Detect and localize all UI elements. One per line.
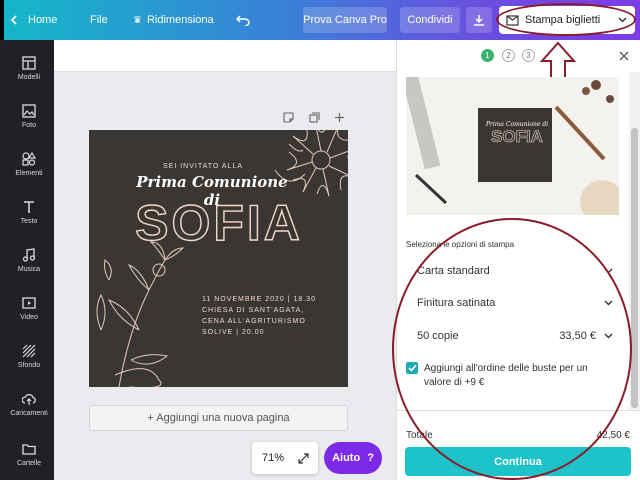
shapes-icon: [22, 151, 36, 166]
invite-name: SOFIA: [134, 194, 303, 251]
panel-scrollbar-thumb[interactable]: [631, 128, 638, 408]
invite-line-1: SEI INVITATO ALLA: [162, 163, 244, 170]
try-pro-button[interactable]: Prova Canva Pro: [303, 7, 387, 33]
step-1-indicator: 1: [481, 49, 494, 62]
add-page-button[interactable]: + Aggiungi una nuova pagina: [89, 405, 348, 431]
expand-icon[interactable]: [298, 452, 309, 464]
sidebar-item-elementi[interactable]: Elementi: [4, 140, 54, 188]
step-2-indicator: 2: [502, 49, 515, 62]
folder-icon: [22, 443, 36, 455]
help-label: Aiuto: [332, 452, 361, 464]
invite-detail-line: SOLIVE | 20.00: [202, 329, 265, 336]
sidebar-item-musica[interactable]: Musica: [4, 236, 54, 284]
background-icon: [22, 344, 36, 357]
help-question-icon: ?: [367, 452, 374, 464]
resize-label: Ridimensiona: [146, 14, 214, 26]
upload-icon: [22, 393, 36, 405]
sidebar-item-label: Modelli: [17, 73, 41, 81]
sidebar-item-label: Sfondo: [17, 361, 41, 369]
try-pro-label: Prova Canva Pro: [303, 14, 387, 26]
annotation-oval-options: [392, 218, 632, 480]
music-icon: [22, 247, 36, 262]
crown-icon: ♛: [133, 14, 142, 26]
home-button[interactable]: Home: [8, 0, 57, 40]
note-icon[interactable]: [283, 112, 294, 123]
sidebar-item-label: Musica: [17, 265, 41, 273]
sidebar-item-label: Video: [20, 313, 38, 321]
add-page-icon[interactable]: [334, 112, 345, 123]
duplicate-page-icon[interactable]: [309, 112, 320, 123]
sidebar-item-cartelle[interactable]: Cartelle: [4, 430, 54, 478]
sidebar-item-testo[interactable]: Testo: [4, 188, 54, 236]
flower-illustration-bottom: [96, 241, 185, 387]
editor-subtoolbar: [54, 40, 396, 72]
sidebar-item-label: Cartelle: [16, 459, 42, 467]
sidebar-item-label: Caricamenti: [10, 409, 48, 417]
sidebar-item-label: Elementi: [15, 169, 43, 177]
print-preview-image: Prima Comunione di SOFIA: [406, 77, 619, 215]
photo-icon: [22, 103, 36, 118]
sidebar-item-modelli[interactable]: Modelli: [4, 44, 54, 92]
sidebar-item-sfondo[interactable]: Sfondo: [4, 332, 54, 380]
zoom-value: 71%: [262, 452, 285, 464]
share-label: Condividi: [407, 14, 453, 26]
invite-detail-line: CENA ALL'AGRITURISMO: [202, 318, 306, 325]
close-icon[interactable]: [619, 51, 629, 61]
annotation-oval-print: [496, 3, 636, 36]
design-page[interactable]: SEI INVITATO ALLA Prima Comunione di SOF…: [89, 130, 348, 387]
sidebar-item-label: Testo: [20, 217, 38, 225]
left-sidebar: Modelli Foto Elementi Testo Musica Video…: [0, 40, 54, 480]
sidebar-item-caricamenti[interactable]: Caricamenti: [4, 380, 54, 428]
home-label: Home: [28, 14, 58, 26]
step-3-indicator: 3: [522, 49, 535, 62]
chevron-left-icon: [10, 15, 17, 25]
download-button[interactable]: [466, 7, 492, 33]
undo-icon: [236, 15, 250, 26]
video-icon: [22, 296, 36, 309]
invite-detail-line: 11 NOVEMBRE 2020 | 18.30: [202, 296, 317, 303]
help-button[interactable]: Aiuto ?: [324, 442, 382, 474]
invite-detail-line: CHIESA DI SANT'AGATA,: [202, 307, 305, 314]
download-icon: [474, 15, 484, 26]
file-menu[interactable]: File: [90, 0, 108, 40]
preview-name: SOFIA: [491, 127, 544, 147]
sidebar-item-foto[interactable]: Foto: [4, 92, 54, 140]
share-button[interactable]: Condividi: [400, 7, 460, 33]
sidebar-item-video[interactable]: Video: [4, 284, 54, 332]
text-icon: [24, 200, 34, 213]
zoom-control[interactable]: 71%: [252, 442, 318, 474]
undo-button[interactable]: [236, 0, 250, 40]
sidebar-item-label: Foto: [21, 121, 36, 129]
file-label: File: [90, 14, 108, 26]
invite-details: 11 NOVEMBRE 2020 | 18.30 CHIESA DI SANT'…: [202, 294, 342, 338]
resize-button[interactable]: ♛ Ridimensiona: [133, 0, 214, 40]
layout-icon: [22, 55, 36, 70]
